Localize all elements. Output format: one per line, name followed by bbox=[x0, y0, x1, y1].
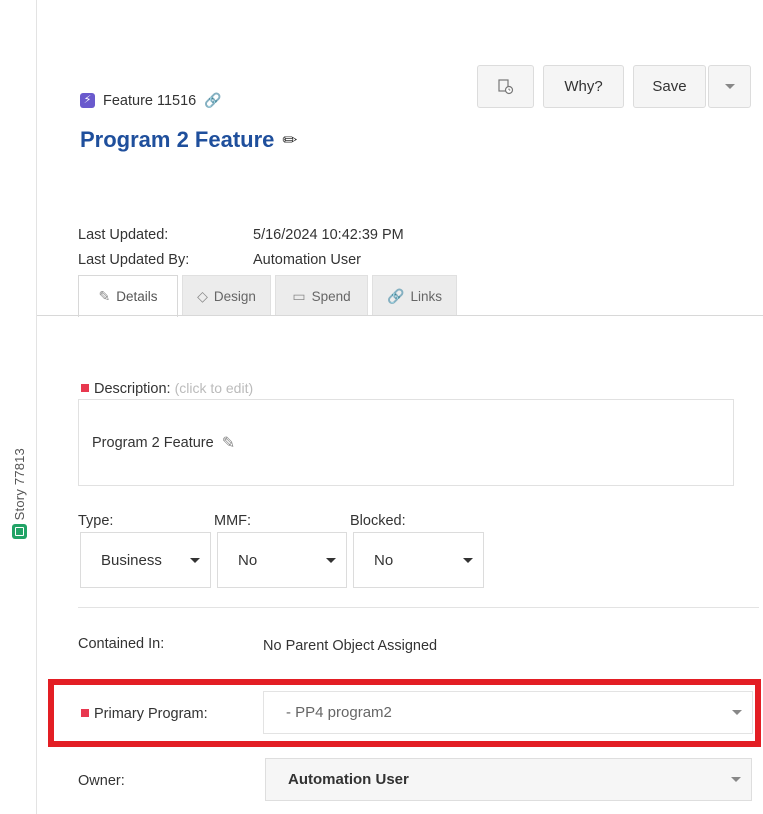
description-edit-hint[interactable]: (click to edit) bbox=[175, 380, 254, 396]
title-row: Program 2 Feature ✏ bbox=[80, 127, 298, 153]
type-dropdown[interactable]: Business bbox=[80, 532, 211, 588]
owner-label: Owner: bbox=[78, 773, 125, 789]
feature-id: Feature 11516 bbox=[103, 92, 197, 109]
owner-select[interactable]: Automation User bbox=[265, 758, 752, 801]
tabs-divider bbox=[37, 315, 763, 316]
tab-bar: ✎ Details ◇ Design ▭ Spend 🔗 Links bbox=[78, 275, 457, 317]
description-value: Program 2 Feature bbox=[92, 434, 214, 451]
save-options-button[interactable] bbox=[708, 65, 751, 108]
type-value: Business bbox=[101, 551, 162, 569]
description-box[interactable]: Program 2 Feature ✎ bbox=[78, 399, 734, 486]
last-updated-value: 5/16/2024 10:42:39 PM bbox=[253, 226, 404, 243]
description-label: Description: bbox=[94, 381, 171, 397]
tab-label: Spend bbox=[311, 288, 351, 304]
blocked-value: No bbox=[374, 551, 394, 569]
chevron-down-icon bbox=[326, 557, 336, 563]
save-button[interactable]: Save bbox=[633, 65, 706, 108]
required-marker bbox=[81, 709, 89, 717]
type-label: Type: bbox=[78, 513, 114, 529]
page-title: Program 2 Feature bbox=[80, 127, 275, 152]
chevron-down-icon bbox=[190, 557, 200, 563]
feature-lightning-icon: ⚡ bbox=[80, 93, 95, 108]
tab-label: Details bbox=[116, 289, 158, 304]
last-updated-label: Last Updated: bbox=[78, 226, 169, 243]
pencil-icon: ✎ bbox=[98, 288, 111, 304]
tab-links[interactable]: 🔗 Links bbox=[372, 275, 457, 316]
tab-spend[interactable]: ▭ Spend bbox=[275, 275, 368, 316]
chevron-down-icon bbox=[463, 557, 473, 563]
primary-program-value: - PP4 program2 bbox=[286, 704, 392, 721]
primary-program-label-row: Primary Program: bbox=[81, 706, 208, 722]
last-updated-row: Last Updated: 5/16/2024 10:42:39 PM bbox=[78, 222, 404, 247]
mmf-label: MMF: bbox=[214, 513, 252, 529]
toolbar: Why? Save bbox=[477, 65, 751, 108]
mmf-value: No bbox=[238, 551, 258, 569]
chevron-down-icon bbox=[732, 710, 742, 715]
edit-description-pencil-icon[interactable]: ✎ bbox=[222, 433, 235, 453]
story-side-tab[interactable]: Story 77813 bbox=[7, 448, 31, 548]
mmf-dropdown[interactable]: No bbox=[217, 532, 347, 588]
why-button[interactable]: Why? bbox=[543, 65, 624, 108]
contained-in-label: Contained In: bbox=[78, 636, 165, 652]
money-icon: ▭ bbox=[292, 287, 306, 304]
last-updated-by-value: Automation User bbox=[253, 251, 361, 268]
tab-label: Design bbox=[213, 288, 256, 304]
chevron-down-icon bbox=[731, 777, 741, 782]
blocked-dropdown[interactable]: No bbox=[353, 532, 484, 588]
tab-design[interactable]: ◇ Design bbox=[182, 275, 271, 316]
section-divider bbox=[78, 607, 759, 608]
tab-label: Links bbox=[410, 288, 442, 304]
copy-link-icon[interactable]: 🔗 bbox=[204, 92, 221, 109]
diamond-icon: ◇ bbox=[197, 287, 208, 304]
last-updated-by-row: Last Updated By: Automation User bbox=[78, 247, 404, 272]
chevron-down-icon bbox=[724, 84, 735, 89]
add-to-folder-button[interactable] bbox=[477, 65, 534, 108]
primary-program-label: Primary Program: bbox=[94, 706, 208, 722]
meta-info: Last Updated: 5/16/2024 10:42:39 PM Last… bbox=[78, 222, 404, 272]
owner-value: Automation User bbox=[288, 771, 409, 788]
feature-id-row: ⚡ Feature 11516 🔗 bbox=[80, 92, 222, 109]
tab-details[interactable]: ✎ Details bbox=[78, 275, 178, 317]
edit-title-pencil-icon[interactable]: ✏ bbox=[282, 130, 297, 151]
story-tab-label: Story 77813 bbox=[11, 448, 27, 521]
blocked-label: Blocked: bbox=[350, 513, 406, 529]
primary-program-select[interactable]: - PP4 program2 bbox=[263, 691, 753, 734]
contained-in-value: No Parent Object Assigned bbox=[263, 638, 438, 654]
link-icon: 🔗 bbox=[387, 287, 405, 304]
folder-clock-icon bbox=[498, 79, 514, 95]
description-label-row: Description: (click to edit) bbox=[81, 380, 253, 397]
side-rail bbox=[0, 0, 37, 814]
last-updated-by-label: Last Updated By: bbox=[78, 251, 190, 268]
required-marker bbox=[81, 384, 89, 392]
story-icon bbox=[11, 524, 27, 540]
